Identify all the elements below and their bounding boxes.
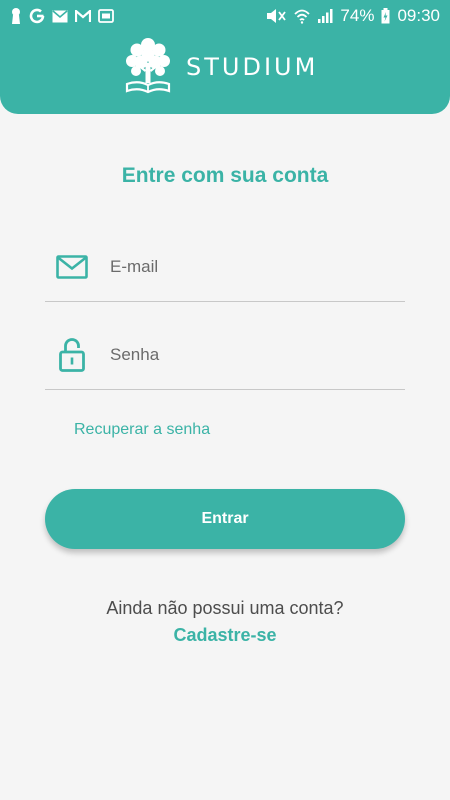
google-icon [29, 8, 45, 24]
recover-password-link[interactable]: Recuperar a senha [74, 421, 210, 439]
clock: 09:30 [397, 6, 440, 25]
email-field[interactable] [45, 232, 405, 302]
tree-book-icon [124, 35, 172, 100]
status-left-icons [10, 7, 114, 25]
email-input[interactable] [110, 256, 390, 277]
wifi-icon [294, 8, 311, 24]
password-input[interactable] [110, 344, 390, 365]
lock-icon [45, 337, 99, 372]
status-bar: 74% 09:30 [0, 0, 450, 32]
brand-logo: STUDIUM [124, 36, 318, 98]
signup-question: Ainda não possui uma conta? [106, 598, 344, 618]
page-title: Entre com sua conta [121, 164, 329, 187]
keyhole-icon [10, 7, 22, 25]
password-field[interactable] [45, 320, 405, 390]
app-header: 74% 09:30 STUDIUM [0, 0, 450, 114]
battery-percentage: 74% [340, 6, 375, 25]
status-right-icons: 74% 09:30 [265, 6, 440, 26]
mute-icon [265, 8, 287, 24]
mail-icon [52, 9, 68, 23]
mail-icon [45, 254, 99, 279]
login-button[interactable]: Entrar [45, 489, 405, 549]
brand-name: STUDIUM [186, 53, 319, 81]
photo-icon [98, 9, 114, 23]
signal-icon [317, 8, 333, 24]
signup-link[interactable]: Cadastre-se [0, 625, 450, 646]
battery-icon [381, 8, 390, 24]
gmail-icon [75, 9, 91, 23]
